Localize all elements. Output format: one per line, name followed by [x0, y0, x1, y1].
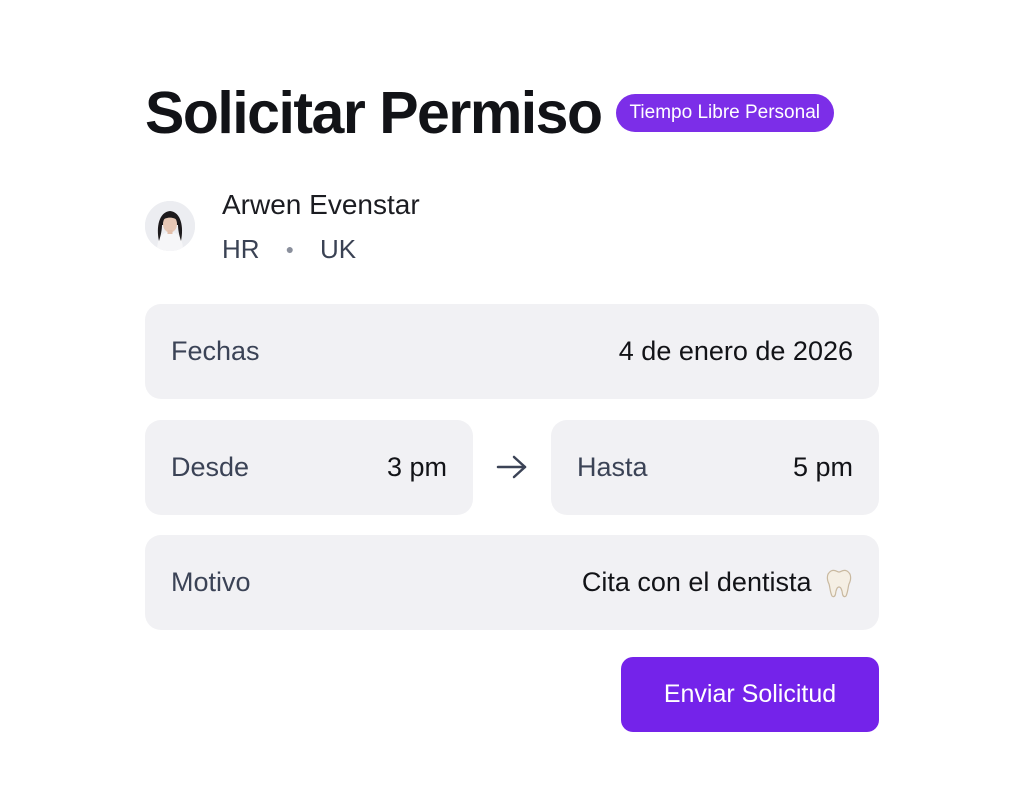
from-value: 3 pm: [386, 452, 447, 482]
to-label: Hasta: [577, 452, 648, 482]
header: Solicitar Permiso Tiempo Libre Personal: [145, 78, 834, 148]
reason-field[interactable]: Motivo Cita con el dentista: [145, 535, 879, 630]
to-value: 5 pm: [792, 452, 853, 482]
avatar-woman-portrait-icon: [145, 201, 195, 251]
reason-label: Motivo: [171, 567, 251, 597]
from-label: Desde: [171, 452, 250, 482]
submit-request-button[interactable]: Enviar Solicitud: [621, 657, 879, 732]
from-time-field[interactable]: Desde 3 pm: [145, 420, 473, 515]
user-name: Arwen Evenstar: [222, 189, 420, 220]
arrow-right-icon: [496, 455, 527, 479]
leave-request-form: Solicitar Permiso Tiempo Libre Personal …: [0, 0, 1024, 805]
user-meta: HR ● UK: [222, 233, 356, 265]
page-title: Solicitar Permiso: [145, 80, 603, 146]
to-time-field[interactable]: Hasta 5 pm: [551, 420, 879, 515]
leave-type-badge: Tiempo Libre Personal: [615, 94, 834, 132]
reason-value: Cita con el dentista: [581, 566, 812, 597]
reason-value-wrap: Cita con el dentista: [582, 567, 853, 599]
avatar: [145, 201, 195, 251]
user-location: UK: [320, 234, 357, 264]
separator-dot: ●: [285, 241, 295, 257]
dates-label: Fechas: [171, 336, 260, 366]
dates-field[interactable]: Fechas 4 de enero de 2026: [145, 304, 879, 399]
dates-value: 4 de enero de 2026: [618, 336, 853, 366]
tooth-icon: [826, 570, 852, 598]
user-department: HR: [222, 234, 260, 264]
